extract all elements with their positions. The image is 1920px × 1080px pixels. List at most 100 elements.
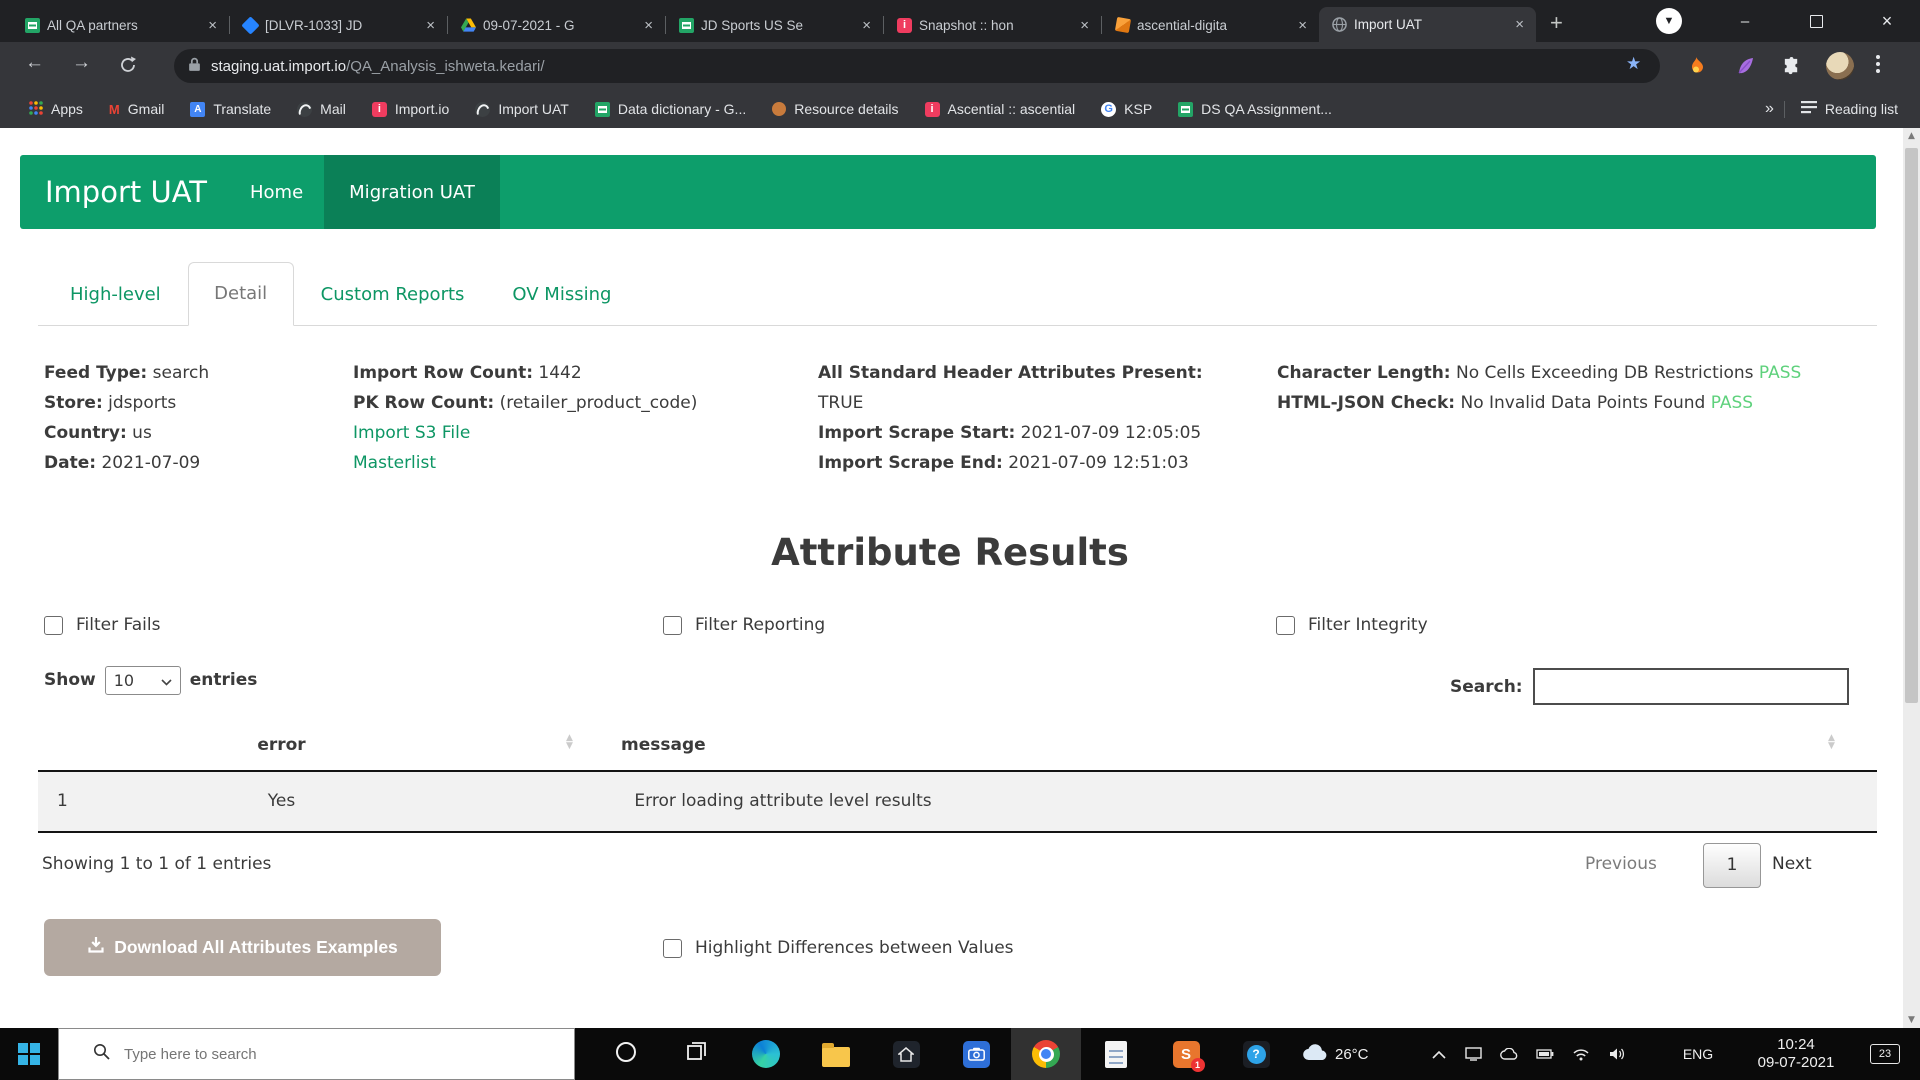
drive-icon	[460, 17, 477, 34]
tab-close-icon[interactable]: ×	[1294, 17, 1311, 34]
new-tab-button[interactable]: +	[1550, 8, 1563, 38]
bookmark-import-uat[interactable]: Import UAT	[462, 101, 582, 117]
tab-close-icon[interactable]: ×	[640, 17, 657, 34]
bookmark-resource-details[interactable]: Resource details	[759, 101, 911, 117]
taskbar-weather[interactable]: 26°C	[1302, 1028, 1369, 1080]
taskbar-search-input[interactable]	[122, 1045, 526, 1064]
scrollbar-thumb[interactable]	[1905, 148, 1918, 703]
tray-device-icon[interactable]	[1458, 1028, 1488, 1080]
bookmark-ksp[interactable]: G KSP	[1088, 101, 1165, 117]
app-brand[interactable]: Import UAT	[45, 175, 207, 209]
chrome-icon	[1032, 1040, 1060, 1068]
page-scrollbar[interactable]: ▲ ▼	[1903, 128, 1920, 1028]
taskbar-search[interactable]	[58, 1028, 575, 1080]
browser-tab[interactable]: ascential-digita ×	[1102, 8, 1319, 42]
tab-close-icon[interactable]: ×	[1076, 17, 1093, 34]
bookmark-star-icon[interactable]: ★	[1626, 54, 1641, 74]
pagination-page-1[interactable]: 1	[1703, 843, 1761, 888]
tab-detail[interactable]: Detail	[188, 262, 294, 326]
bookmark-label: Gmail	[128, 101, 165, 117]
info-value: search	[153, 363, 209, 383]
bookmark-data-dictionary[interactable]: Data dictionary - G...	[582, 101, 759, 117]
chrome-button-active[interactable]	[1011, 1028, 1081, 1080]
action-center-button[interactable]: 23	[1862, 1028, 1908, 1080]
browser-tab[interactable]: i Snapshot :: hon ×	[884, 8, 1101, 42]
pagination-next[interactable]: Next	[1772, 854, 1812, 874]
tab-custom-reports[interactable]: Custom Reports	[321, 264, 465, 325]
notification-badge: 1	[1191, 1058, 1205, 1072]
s-app-button[interactable]: S 1	[1151, 1028, 1221, 1080]
window-maximize-button[interactable]	[1793, 0, 1839, 42]
tray-expand-button[interactable]	[1424, 1028, 1454, 1080]
pagination-previous[interactable]: Previous	[1585, 854, 1657, 874]
language-indicator[interactable]: ENG	[1676, 1028, 1720, 1080]
scroll-down-icon[interactable]: ▼	[1903, 1015, 1920, 1025]
bookmark-mail[interactable]: Mail	[284, 101, 359, 117]
bookmark-translate[interactable]: A Translate	[177, 101, 284, 117]
scroll-up-icon[interactable]: ▲	[1903, 131, 1920, 141]
browser-tab[interactable]: JD Sports US Se ×	[666, 8, 883, 42]
battery-icon[interactable]	[1530, 1028, 1560, 1080]
column-header-message[interactable]: message	[621, 735, 706, 755]
bookmark-ds-qa[interactable]: DS QA Assignment...	[1165, 101, 1345, 117]
profile-avatar[interactable]	[1826, 52, 1854, 80]
filter-reporting-checkbox[interactable]	[663, 616, 682, 635]
window-minimize-button[interactable]: –	[1722, 0, 1768, 42]
download-all-attributes-button[interactable]: Download All Attributes Examples	[44, 919, 441, 976]
tab-high-level[interactable]: High-level	[70, 264, 161, 325]
forward-button[interactable]: →	[72, 52, 91, 74]
sort-icon[interactable]: ▲▼	[1828, 734, 1835, 750]
browser-menu-icon[interactable]	[1876, 55, 1880, 73]
wifi-icon[interactable]	[1566, 1028, 1596, 1080]
info-pk-count: PK Row Count: (retailer_product_code)	[353, 388, 697, 418]
bookmark-gmail[interactable]: M Gmail	[96, 101, 177, 117]
tab-title: All QA partners	[47, 18, 198, 33]
file-explorer-button[interactable]	[801, 1028, 871, 1080]
tab-ov-missing[interactable]: OV Missing	[512, 264, 611, 325]
task-view-button[interactable]	[661, 1028, 731, 1080]
browser-tab[interactable]: All QA partners ×	[12, 8, 229, 42]
search-input[interactable]	[1533, 668, 1849, 705]
help-app-button[interactable]: ?	[1221, 1028, 1291, 1080]
volume-icon[interactable]	[1602, 1028, 1632, 1080]
extensions-puzzle-icon[interactable]	[1779, 54, 1803, 78]
sort-icon[interactable]: ▲▼	[566, 734, 573, 750]
home-app-button[interactable]	[871, 1028, 941, 1080]
masterlist-link[interactable]: Masterlist	[353, 453, 436, 473]
highlight-differences-checkbox[interactable]	[663, 939, 682, 958]
address-bar[interactable]: staging.uat.import.io/QA_Analysis_ishwet…	[174, 49, 1660, 83]
camera-app-button[interactable]	[941, 1028, 1011, 1080]
reload-button[interactable]	[118, 55, 138, 81]
edge-button[interactable]	[731, 1028, 801, 1080]
nav-home[interactable]: Home	[229, 155, 324, 229]
column-header-error[interactable]: error	[224, 735, 339, 755]
import-s3-file-link[interactable]: Import S3 File	[353, 423, 470, 443]
nav-migration-uat[interactable]: Migration UAT	[324, 155, 500, 229]
taskbar-clock[interactable]: 10:24 09-07-2021	[1738, 1028, 1854, 1080]
tab-close-icon[interactable]: ×	[858, 17, 875, 34]
bookmark-ascential[interactable]: i Ascential :: ascential	[912, 101, 1089, 117]
notepad-app-button[interactable]	[1081, 1028, 1151, 1080]
filter-integrity-checkbox[interactable]	[1276, 616, 1295, 635]
feather-extension-icon[interactable]	[1734, 54, 1758, 78]
info-row-count: Import Row Count: 1442	[353, 358, 697, 388]
reading-list-button[interactable]: Reading list	[1784, 101, 1904, 118]
tab-close-icon[interactable]: ×	[422, 17, 439, 34]
tab-close-icon[interactable]: ×	[1511, 16, 1528, 33]
window-close-button[interactable]: ×	[1864, 0, 1910, 42]
browser-tab[interactable]: [DLVR-1033] JD ×	[230, 8, 447, 42]
tab-close-icon[interactable]: ×	[204, 17, 221, 34]
browser-tab[interactable]: 09-07-2021 - G ×	[448, 8, 665, 42]
filter-fails-checkbox[interactable]	[44, 616, 63, 635]
bookmarks-overflow-icon[interactable]: »	[1755, 100, 1784, 118]
bookmark-apps[interactable]: Apps	[16, 101, 96, 118]
tab-search-icon[interactable]: ▼	[1656, 8, 1682, 34]
onedrive-icon[interactable]	[1494, 1028, 1524, 1080]
back-button[interactable]: ←	[25, 52, 44, 74]
start-button[interactable]	[0, 1028, 58, 1080]
bookmark-importio[interactable]: i Import.io	[359, 101, 462, 117]
entries-select[interactable]: 10	[105, 666, 181, 695]
cortana-button[interactable]	[591, 1028, 661, 1080]
browser-tab-active[interactable]: Import UAT ×	[1319, 7, 1536, 42]
flame-extension-icon[interactable]	[1684, 54, 1708, 78]
